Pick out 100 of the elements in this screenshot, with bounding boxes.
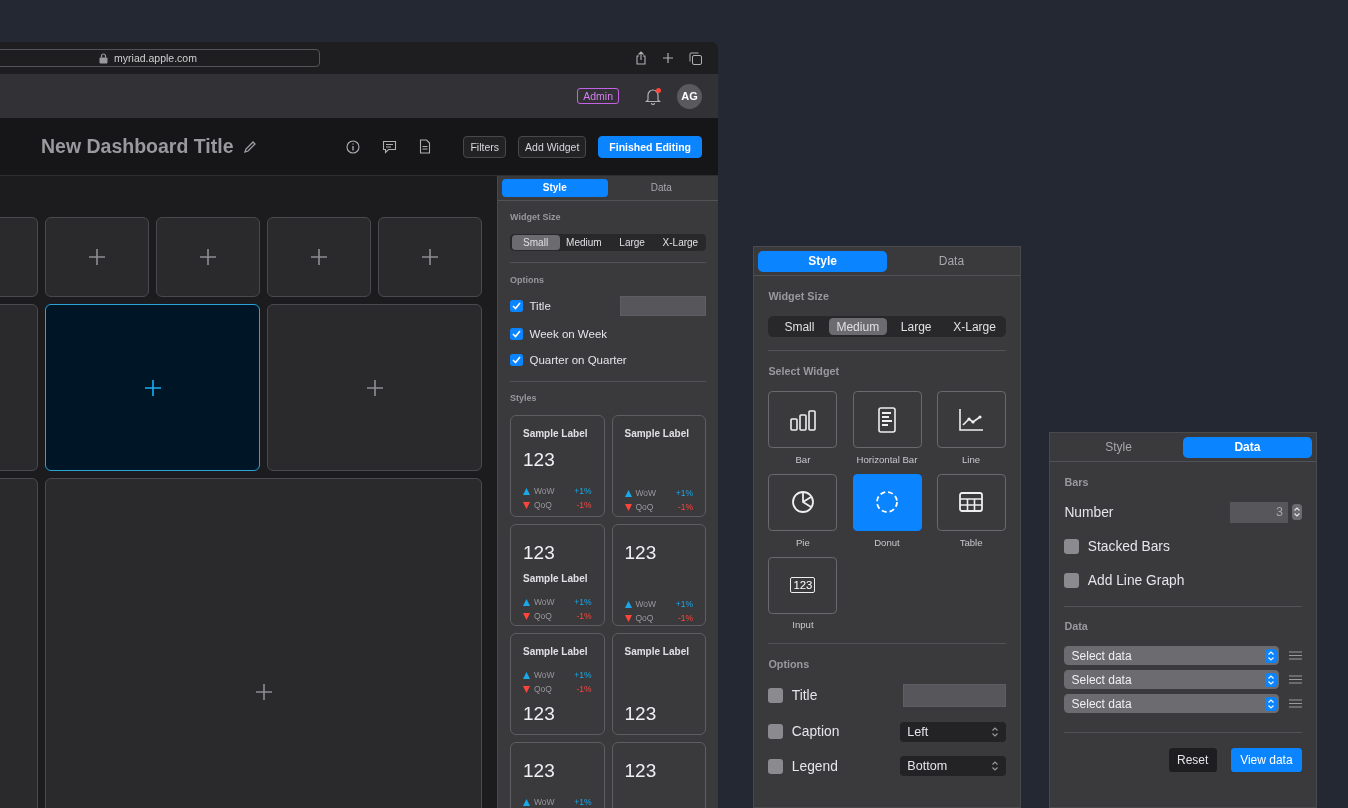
drag-handle-icon[interactable]: [1288, 651, 1302, 661]
widget-option[interactable]: [852, 473, 922, 531]
tab[interactable]: Data: [1183, 436, 1312, 458]
style-preview-card[interactable]: 123: [611, 742, 706, 808]
widget-option[interactable]: [768, 473, 838, 531]
document-icon[interactable]: [419, 139, 432, 154]
comment-icon[interactable]: [382, 139, 398, 154]
metric-name: QoQ: [635, 502, 654, 513]
data-dropdown[interactable]: Select data: [1064, 646, 1279, 665]
number-box: 123: [790, 577, 816, 593]
stepper-icon[interactable]: [991, 760, 1000, 773]
checkbox[interactable]: [1064, 572, 1080, 588]
selected-widget-slot[interactable]: [45, 304, 260, 471]
up-triangle-icon: [523, 487, 530, 495]
add-icon[interactable]: [311, 249, 327, 265]
metric-name: QoQ: [534, 684, 552, 695]
drag-handle-icon[interactable]: [1288, 699, 1302, 709]
sample-value: 123: [523, 541, 556, 566]
up-triangle-icon: [523, 598, 530, 606]
add-icon[interactable]: [422, 249, 438, 265]
checkbox[interactable]: [510, 327, 523, 341]
add-icon[interactable]: [89, 249, 105, 265]
checkbox[interactable]: [768, 758, 784, 774]
widget-option[interactable]: [936, 473, 1006, 531]
metric-name: WoW: [635, 488, 657, 499]
widget-option[interactable]: [936, 391, 1006, 448]
up-triangle-icon: [523, 671, 530, 679]
finish-button[interactable]: Finished Editing: [598, 135, 702, 158]
stepper-icon[interactable]: [991, 725, 1000, 738]
tab[interactable]: Style: [501, 179, 608, 197]
tabs-icon[interactable]: [689, 51, 702, 65]
add-icon[interactable]: [144, 379, 161, 396]
down-triangle-icon: [523, 612, 530, 620]
segment[interactable]: X-Large: [945, 317, 1004, 336]
metric-change: -1%: [677, 613, 693, 624]
metric-change: -1%: [576, 500, 592, 511]
bell-icon[interactable]: [645, 87, 661, 105]
metric-change: +1%: [574, 597, 592, 608]
metric-change: -1%: [576, 611, 592, 622]
toolbar-button[interactable]: Add Widget: [518, 135, 587, 158]
widget-option[interactable]: [768, 391, 838, 448]
sample-value: 123: [523, 702, 556, 727]
checkbox[interactable]: [510, 299, 523, 313]
widget-option[interactable]: 123: [768, 556, 838, 614]
drag-handle-icon[interactable]: [1288, 675, 1302, 685]
add-icon[interactable]: [366, 379, 383, 396]
segment[interactable]: Large: [608, 235, 657, 250]
widget-label: Pie: [795, 536, 810, 548]
checkbox-label: Stacked Bars: [1087, 539, 1170, 555]
segment[interactable]: Small: [770, 317, 829, 336]
tab[interactable]: Style: [758, 250, 887, 272]
checkbox[interactable]: [1064, 539, 1080, 555]
section-heading: Styles: [510, 393, 538, 404]
section-heading: Bars: [1064, 476, 1090, 488]
share-icon[interactable]: [635, 51, 647, 65]
lock-icon: [99, 52, 109, 64]
dropdown[interactable]: Bottom: [899, 756, 1006, 777]
segment[interactable]: Large: [887, 317, 946, 336]
checkbox[interactable]: [768, 688, 784, 704]
add-icon[interactable]: [200, 249, 216, 265]
segment[interactable]: Small: [511, 235, 560, 250]
view-data-button[interactable]: View data: [1231, 748, 1302, 773]
style-preview-card[interactable]: 123 WoW +1% QoQ -1%: [611, 524, 706, 627]
segment[interactable]: X-Large: [656, 235, 705, 250]
style-preview-card[interactable]: 123 WoW +1%: [510, 742, 605, 808]
text-field[interactable]: [620, 296, 706, 316]
data-dropdown[interactable]: Select data: [1064, 694, 1279, 713]
style-preview-card[interactable]: Sample Label WoW +1% QoQ -1% 123: [510, 633, 605, 736]
sample-value: 123: [624, 759, 658, 784]
checkbox-label: Title: [529, 300, 551, 313]
style-preview-card[interactable]: Sample Label 123 WoW +1% QoQ -1%: [510, 415, 605, 518]
metric-name: QoQ: [635, 613, 654, 624]
section-heading: Data: [1064, 620, 1089, 633]
style-preview-card[interactable]: Sample Label 123: [611, 633, 706, 736]
add-icon[interactable]: [255, 684, 272, 700]
style-preview-card[interactable]: 123 Sample Label WoW +1% QoQ -1%: [510, 524, 605, 627]
widget-option[interactable]: [852, 391, 922, 448]
reset-button[interactable]: Reset: [1168, 748, 1217, 773]
tab[interactable]: Style: [1054, 436, 1183, 458]
metric-name: WoW: [534, 597, 555, 608]
address-bar[interactable]: myriad.apple.com: [0, 49, 320, 67]
tab[interactable]: Data: [608, 179, 715, 197]
text-field[interactable]: [902, 684, 1006, 708]
info-icon[interactable]: [346, 139, 361, 154]
data-dropdown[interactable]: Select data: [1064, 670, 1279, 689]
checkbox[interactable]: [768, 724, 784, 740]
checkbox[interactable]: [510, 353, 523, 367]
segment[interactable]: Medium: [828, 317, 887, 336]
field-label: Number: [1064, 504, 1114, 520]
metric-name: QoQ: [534, 500, 552, 511]
plus-icon[interactable]: [662, 52, 674, 64]
avatar[interactable]: AG: [677, 83, 702, 109]
pencil-icon[interactable]: [242, 139, 257, 154]
segment[interactable]: Medium: [559, 235, 608, 250]
tab[interactable]: Data: [887, 250, 1016, 272]
toolbar-button[interactable]: Filters: [463, 135, 507, 158]
dropdown[interactable]: Left: [899, 721, 1006, 742]
down-triangle-icon: [624, 614, 632, 622]
style-preview-card[interactable]: Sample Label WoW +1% QoQ -1%: [611, 415, 706, 518]
stepper-icon[interactable]: [1291, 504, 1302, 521]
